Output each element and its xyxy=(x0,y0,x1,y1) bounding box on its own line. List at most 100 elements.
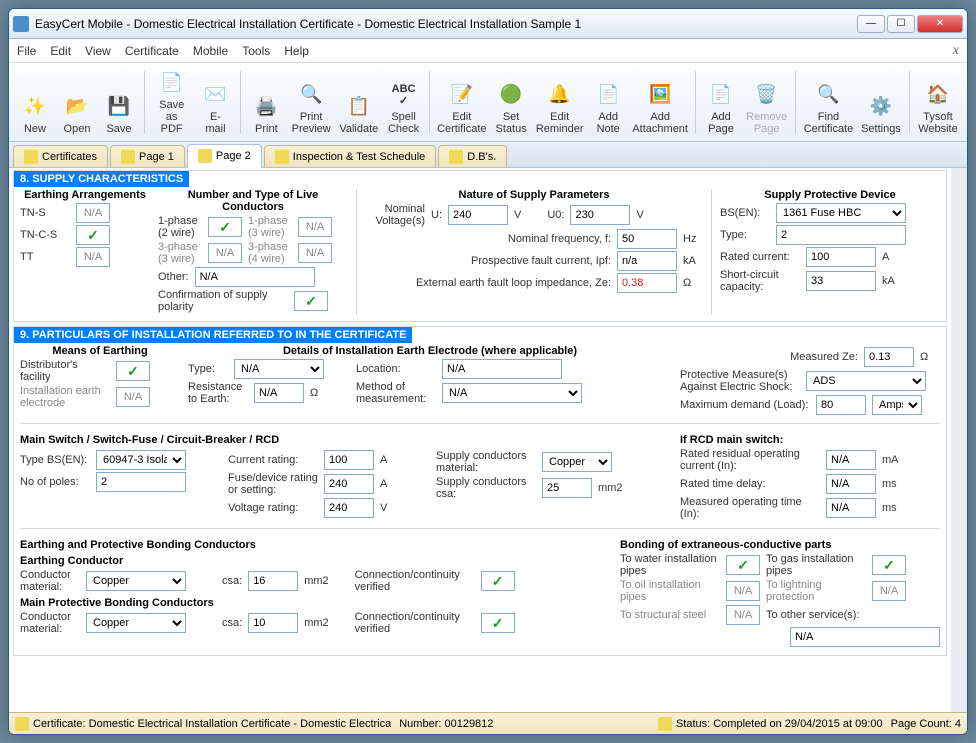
inp-sc[interactable] xyxy=(806,271,876,291)
menu-help[interactable]: Help xyxy=(284,44,309,58)
editcert-icon: 📝 xyxy=(448,81,476,109)
chk-tns[interactable]: N/A xyxy=(76,203,110,223)
chk-1p2[interactable] xyxy=(208,217,242,237)
chk-3p4[interactable]: N/A xyxy=(298,243,332,263)
sel-mom[interactable]: N/A xyxy=(442,383,582,403)
tb-saveas[interactable]: 📄Save as PDF xyxy=(150,67,194,137)
tb-preview[interactable]: 🔍Print Preview xyxy=(288,67,334,137)
tb-save[interactable]: 💾Save xyxy=(99,67,139,137)
inp-mpcsa[interactable] xyxy=(248,613,298,633)
inp-mo[interactable] xyxy=(826,498,876,518)
tb-validate[interactable]: 📋Validate xyxy=(336,67,382,137)
sel-md-u[interactable]: Amps xyxy=(872,395,922,415)
tb-website[interactable]: 🏠Tysoft Website xyxy=(915,67,961,137)
chk-lp[interactable]: N/A xyxy=(872,581,906,601)
inp-fd[interactable] xyxy=(324,474,374,494)
addpage-icon: 📄 xyxy=(707,81,735,109)
sel-etype[interactable]: N/A xyxy=(234,359,324,379)
diee-head: Details of Installation Earth Electrode … xyxy=(188,345,672,357)
menu-view[interactable]: View xyxy=(85,44,111,58)
lbl-fd: Fuse/device rating or setting: xyxy=(228,472,318,496)
tab-page1[interactable]: Page 1 xyxy=(110,145,185,167)
inp-np[interactable] xyxy=(96,472,186,492)
inp-mze[interactable] xyxy=(864,347,914,367)
sel-msbs[interactable]: 60947-3 Isolator xyxy=(96,450,186,470)
chk-ec-ccv[interactable] xyxy=(481,571,515,591)
tb-reminder[interactable]: 🔔Edit Reminder xyxy=(533,67,586,137)
chk-df[interactable] xyxy=(116,361,150,381)
inp-md[interactable] xyxy=(816,395,866,415)
sel-ecm[interactable]: Copper xyxy=(86,571,186,591)
inner-close-button[interactable]: x xyxy=(953,43,959,59)
inp-loc[interactable] xyxy=(442,359,562,379)
tab-dbs[interactable]: D.B's. xyxy=(438,145,507,167)
chk-mp-ccv[interactable] xyxy=(481,613,515,633)
tb-settings[interactable]: ⚙️Settings xyxy=(858,67,904,137)
menu-mobile[interactable]: Mobile xyxy=(193,44,228,58)
menubar: File Edit View Certificate Mobile Tools … xyxy=(9,39,967,63)
tb-attach[interactable]: 🖼️Add Attachment xyxy=(630,67,690,137)
note-icon: 📄 xyxy=(594,81,622,109)
sel-scm[interactable]: Copper xyxy=(542,452,612,472)
tb-addnote[interactable]: 📄Add Note xyxy=(588,67,628,137)
lbl-res: Resistance to Earth: xyxy=(188,381,248,405)
maximize-button[interactable]: ☐ xyxy=(887,15,915,33)
tab-page2[interactable]: Page 2 xyxy=(187,144,262,168)
lbl-np: No of poles: xyxy=(20,476,90,488)
chk-tncs[interactable] xyxy=(76,225,110,245)
menu-tools[interactable]: Tools xyxy=(242,44,270,58)
chk-ie[interactable]: N/A xyxy=(116,387,150,407)
tb-print[interactable]: 🖨️Print xyxy=(246,67,286,137)
inp-u[interactable] xyxy=(448,205,508,225)
lbl-1p2: 1-phase (2 wire) xyxy=(158,215,202,239)
tb-removepage[interactable]: 🗑️Remove Page xyxy=(743,67,790,137)
inp-ro[interactable] xyxy=(826,450,876,470)
sel-pm[interactable]: ADS xyxy=(806,371,926,391)
sel-bs[interactable]: 1361 Fuse HBC xyxy=(776,203,906,223)
chk-3p3[interactable]: N/A xyxy=(208,243,242,263)
inp-rt[interactable] xyxy=(826,474,876,494)
chk-ss[interactable]: N/A xyxy=(726,605,760,625)
sel-mpm[interactable]: Copper xyxy=(86,613,186,633)
chk-tt[interactable]: N/A xyxy=(76,247,110,267)
menu-edit[interactable]: Edit xyxy=(50,44,71,58)
chk-oil[interactable]: N/A xyxy=(726,581,760,601)
inp-scc[interactable] xyxy=(542,478,592,498)
menu-certificate[interactable]: Certificate xyxy=(125,44,179,58)
tb-editcert[interactable]: 📝Edit Certificate xyxy=(434,67,489,137)
chk-1p3[interactable]: N/A xyxy=(298,217,332,237)
inp-nf[interactable] xyxy=(617,229,677,249)
tb-open[interactable]: 📂Open xyxy=(57,67,97,137)
chk-water[interactable] xyxy=(726,555,760,575)
tb-email[interactable]: ✉️E-mail xyxy=(195,67,235,137)
tab-certificates[interactable]: Certificates xyxy=(13,145,108,167)
inp-type[interactable] xyxy=(776,225,906,245)
inp-vr[interactable] xyxy=(324,498,374,518)
tab-icon xyxy=(449,150,463,164)
inp-other[interactable] xyxy=(195,267,315,287)
inp-ecsa[interactable] xyxy=(248,571,298,591)
lbl-rt: Rated time delay: xyxy=(680,478,820,490)
chk-confirm[interactable] xyxy=(294,291,328,311)
lbl-3p4: 3-phase (4 wire) xyxy=(248,241,292,265)
minimize-button[interactable]: — xyxy=(857,15,885,33)
lbl-tns: TN-S xyxy=(20,207,70,219)
inp-cr[interactable] xyxy=(324,450,374,470)
chk-gas[interactable] xyxy=(872,555,906,575)
vertical-scrollbar[interactable] xyxy=(951,168,967,712)
close-button[interactable]: ✕ xyxy=(917,15,963,33)
inp-ze[interactable] xyxy=(617,273,677,293)
tb-status[interactable]: 🟢Set Status xyxy=(491,67,531,137)
tb-find[interactable]: 🔍Find Certificate xyxy=(801,67,856,137)
inp-pfc[interactable] xyxy=(617,251,677,271)
tb-spell[interactable]: ABC✓Spell Check xyxy=(384,67,424,137)
inp-res[interactable] xyxy=(254,383,304,403)
inp-os[interactable] xyxy=(790,627,940,647)
tab-icon xyxy=(121,150,135,164)
tb-new[interactable]: ✨New xyxy=(15,67,55,137)
inp-rated[interactable] xyxy=(806,247,876,267)
inp-u0[interactable] xyxy=(570,205,630,225)
menu-file[interactable]: File xyxy=(17,44,36,58)
tab-inspection[interactable]: Inspection & Test Schedule xyxy=(264,145,437,167)
tb-addpage[interactable]: 📄Add Page xyxy=(701,67,741,137)
